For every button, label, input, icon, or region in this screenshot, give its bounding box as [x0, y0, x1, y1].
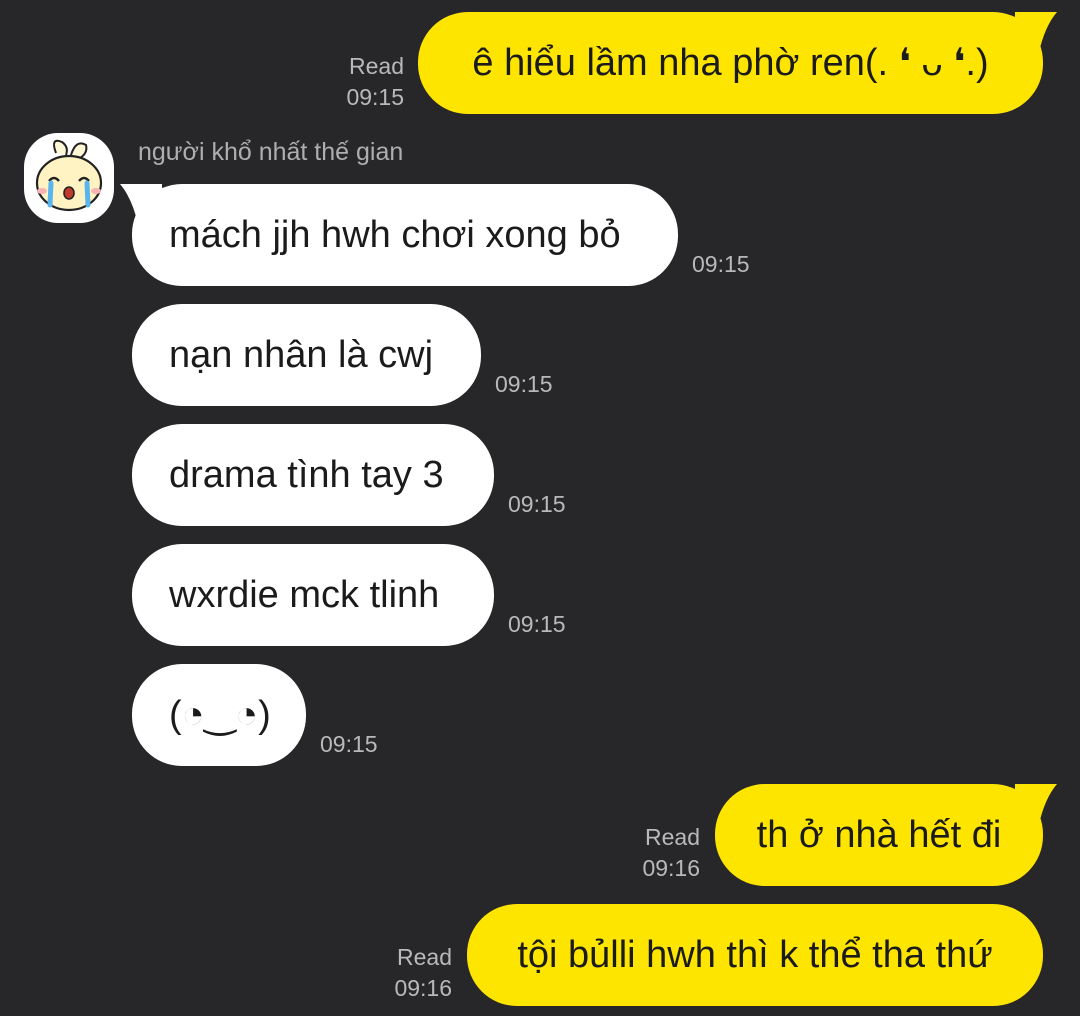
- message-text: ê hiểu lầm nha phờ ren(. ❛ ᴗ ❛.): [472, 42, 989, 84]
- incoming-message-bubble[interactable]: (◔‿◔): [132, 664, 306, 766]
- message-text: nạn nhân là cwj: [169, 334, 434, 376]
- message-text: (◔‿◔): [169, 694, 271, 736]
- message-meta: Read 09:16: [394, 942, 452, 1004]
- message-text: mách jjh hwh chơi xong bỏ: [169, 214, 621, 256]
- message-text: wxrdie mck tlinh: [169, 574, 440, 616]
- outgoing-message-bubble[interactable]: tội bủlli hwh thì k thể tha thứ: [467, 904, 1043, 1006]
- message-meta: Read 09:15: [346, 51, 404, 113]
- read-status: Read: [397, 944, 452, 970]
- message-time: 09:15: [320, 731, 378, 757]
- incoming-message-bubble[interactable]: mách jjh hwh chơi xong bỏ: [132, 184, 678, 286]
- incoming-message-bubble[interactable]: wxrdie mck tlinh: [132, 544, 494, 646]
- crying-bunny-icon: [35, 139, 103, 212]
- incoming-message-bubble[interactable]: nạn nhân là cwj: [132, 304, 481, 406]
- message-time: 09:15: [346, 84, 404, 110]
- message-time: 09:15: [692, 251, 750, 277]
- incoming-message-bubble[interactable]: drama tình tay 3: [132, 424, 494, 526]
- message-text: tội bủlli hwh thì k thể tha thứ: [517, 934, 993, 976]
- read-status: Read: [645, 824, 700, 850]
- message-time: 09:15: [508, 611, 566, 637]
- bubble-tail: [1015, 784, 1057, 824]
- chat-view: Read 09:15 ê hiểu lầm nha phờ ren(. ❛ ᴗ …: [0, 0, 1080, 1016]
- sender-name: người khổ nhất thế gian: [138, 138, 404, 166]
- message-text: drama tình tay 3: [169, 454, 444, 496]
- message-time: 09:15: [495, 371, 553, 397]
- outgoing-message-bubble[interactable]: ê hiểu lầm nha phờ ren(. ❛ ᴗ ❛.): [418, 12, 1043, 114]
- message-time: 09:15: [508, 491, 566, 517]
- outgoing-message-bubble[interactable]: th ở nhà hết đi: [715, 784, 1043, 886]
- message-time: 09:16: [394, 975, 452, 1001]
- message-text: th ở nhà hết đi: [756, 814, 1002, 856]
- sender-avatar[interactable]: [24, 133, 114, 223]
- bubble-tail: [1015, 12, 1057, 52]
- message-meta: Read 09:16: [642, 822, 700, 884]
- read-status: Read: [349, 53, 404, 79]
- message-time: 09:16: [642, 855, 700, 881]
